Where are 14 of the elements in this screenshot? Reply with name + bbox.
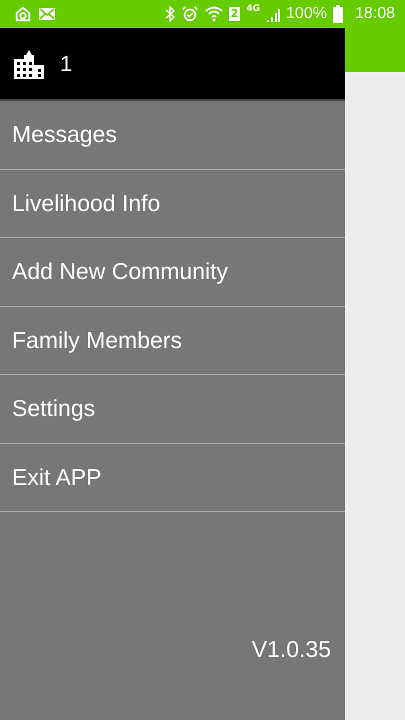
clock-time: 18:08 [354, 5, 395, 23]
signal-icon [266, 6, 280, 22]
sim-badge: 2 [228, 7, 240, 21]
version-label: V1.0.35 [252, 636, 331, 663]
network-label: 4G [246, 4, 260, 14]
wifi-icon [204, 6, 223, 22]
home-icon [14, 5, 32, 23]
building-icon [14, 48, 46, 78]
battery-icon [332, 5, 343, 23]
alarm-icon [180, 5, 199, 23]
community-count: 1 [60, 50, 72, 76]
battery-percent: 100% [286, 5, 327, 23]
bluetooth-icon [164, 6, 175, 22]
mail-icon [38, 7, 56, 21]
